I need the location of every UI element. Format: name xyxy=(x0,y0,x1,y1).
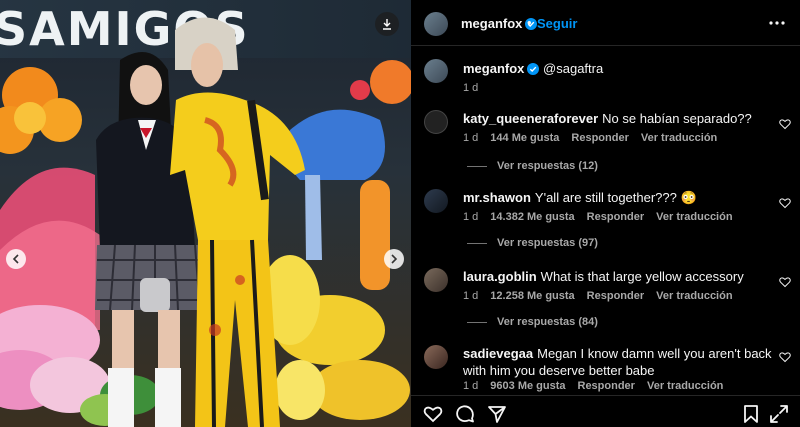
heart-icon[interactable] xyxy=(779,276,791,288)
heart-icon[interactable] xyxy=(779,197,791,209)
action-bar xyxy=(411,395,800,427)
comment-likes[interactable]: 12.258 Me gusta xyxy=(490,290,574,302)
follow-button[interactable]: Seguir xyxy=(537,16,577,31)
heart-icon[interactable] xyxy=(423,404,443,424)
post-photo[interactable]: SAMIGOS xyxy=(0,0,411,427)
chevron-right-icon[interactable] xyxy=(384,249,404,269)
download-icon[interactable] xyxy=(375,12,399,36)
comment-likes[interactable]: 144 Me gusta xyxy=(490,132,559,144)
verified-badge-icon xyxy=(527,63,540,75)
comment-likes[interactable]: 9603 Me gusta xyxy=(490,380,565,392)
more-horizontal-icon[interactable] xyxy=(767,14,787,32)
caption-avatar[interactable] xyxy=(424,59,448,83)
translate-button[interactable]: Ver traducción xyxy=(656,290,732,302)
translate-button[interactable]: Ver traducción xyxy=(656,211,732,223)
orange-flower xyxy=(0,67,82,154)
comment-text: katy_queeneraforever No se habían separad… xyxy=(463,111,752,126)
avatar[interactable] xyxy=(424,12,448,36)
comment-time: 1 d xyxy=(463,211,479,223)
view-replies-button[interactable]: Ver respuestas (97) xyxy=(467,237,598,249)
reply-button[interactable]: Responder xyxy=(571,132,628,144)
comment-username[interactable]: katy_queeneraforever xyxy=(463,111,598,126)
comment-meta: 1 d 144 Me gusta Responder Ver traducción xyxy=(463,132,729,144)
comment-username[interactable]: sadievegaa xyxy=(463,346,533,361)
heart-icon[interactable] xyxy=(779,118,791,130)
photo-scene xyxy=(0,17,411,427)
caption-username[interactable]: meganfox xyxy=(463,61,524,76)
comment-avatar[interactable] xyxy=(424,268,448,292)
comment-username[interactable]: laura.goblin xyxy=(463,269,537,284)
comment-time: 1 d xyxy=(463,290,479,302)
reply-button[interactable]: Responder xyxy=(587,211,644,223)
comment-avatar[interactable] xyxy=(424,110,448,134)
send-icon[interactable] xyxy=(487,404,507,424)
post-header: meganfox • Seguir xyxy=(411,0,800,46)
comment-username[interactable]: mr.shawon xyxy=(463,190,531,205)
comment-text: laura.goblin What is that large yellow ac… xyxy=(463,269,744,284)
separator: • xyxy=(527,15,532,30)
reply-button[interactable]: Responder xyxy=(578,380,635,392)
reply-button[interactable]: Responder xyxy=(587,290,644,302)
comment-time: 1 d xyxy=(463,380,479,392)
chevron-left-icon[interactable] xyxy=(6,249,26,269)
translate-button[interactable]: Ver traducción xyxy=(647,380,723,392)
post-side-panel: meganfox • Seguir meganfox @sagaftra 1 d… xyxy=(411,0,800,427)
comment-text: mr.shawon Y'all are still together??? 😳 xyxy=(463,190,697,205)
bookmark-filled-icon[interactable] xyxy=(769,404,789,424)
comment-meta: 1 d 9603 Me gusta Responder Ver traducción xyxy=(463,380,735,392)
view-replies-button[interactable]: Ver respuestas (84) xyxy=(467,316,598,328)
caption: meganfox @sagaftra xyxy=(463,61,603,76)
view-replies-button[interactable]: Ver respuestas (12) xyxy=(467,160,598,172)
heart-icon[interactable] xyxy=(779,351,791,363)
header-username[interactable]: meganfox xyxy=(461,16,538,31)
comment-likes[interactable]: 14.382 Me gusta xyxy=(490,211,574,223)
caption-time: 1 d xyxy=(463,82,479,94)
translate-button[interactable]: Ver traducción xyxy=(641,132,717,144)
caption-mention[interactable]: @sagaftra xyxy=(543,61,603,76)
comment-meta: 1 d 14.382 Me gusta Responder Ver traducció… xyxy=(463,211,745,223)
comment-avatar[interactable] xyxy=(424,189,448,213)
comment-meta: 1 d 12.258 Me gusta Responder Ver traducció… xyxy=(463,290,745,302)
comment-icon[interactable] xyxy=(455,404,475,424)
comment-time: 1 d xyxy=(463,132,479,144)
comment-text: sadievegaa Megan I know damn well you are… xyxy=(463,346,772,378)
bookmark-icon[interactable] xyxy=(741,404,761,424)
comment-avatar[interactable] xyxy=(424,345,448,369)
